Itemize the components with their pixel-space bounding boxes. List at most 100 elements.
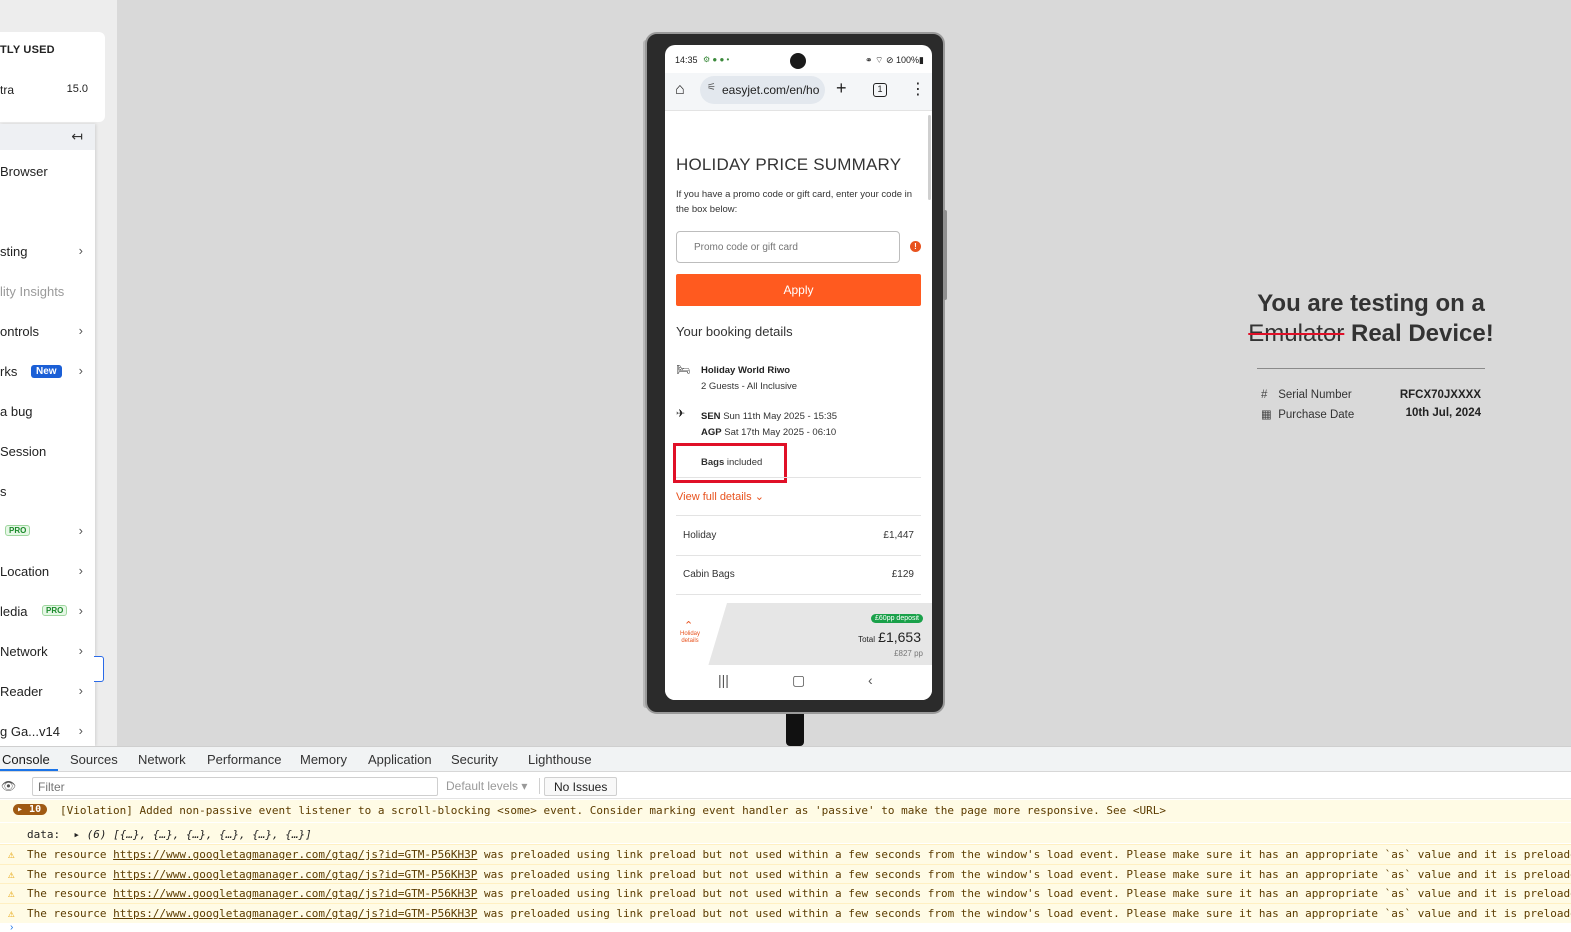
devtools-tabbar: Console Sources Network Performance Memory Ap… — [0, 747, 1571, 772]
devtools-tab-memory[interactable]: Memory — [300, 752, 347, 767]
recent-device-version: 15.0 — [66, 83, 88, 95]
home-button-icon[interactable]: ▢ — [792, 672, 805, 689]
device-side-button — [943, 210, 947, 300]
holiday-details-label[interactable]: Holiday details — [677, 631, 703, 645]
console-toolbar: 👁︎ Default levels ▾ No Issues — [0, 773, 1571, 799]
sidebar-menu-item[interactable]: rks New › — [0, 362, 95, 382]
sidebar-menu-item[interactable]: ontrols › — [0, 322, 95, 342]
tab-switcher-icon[interactable]: 1 — [873, 83, 887, 97]
issues-button[interactable]: No Issues — [544, 777, 618, 796]
console-prompt-icon[interactable]: › — [10, 922, 13, 932]
total-price-bar: ⌃ Holiday details £60pp deposit Total £1… — [665, 603, 932, 665]
sidebar-menu-label: Reader — [0, 684, 43, 699]
warning-prefix: The resource — [27, 867, 107, 881]
console-filter-input[interactable] — [32, 777, 438, 796]
log-levels-dropdown[interactable]: Default levels ▾ — [446, 779, 527, 793]
return-flight: AGP Sat 17th May 2025 - 06:10 — [701, 427, 837, 438]
price-row-value: £129 — [891, 569, 914, 580]
info-icon[interactable]: ! — [910, 241, 921, 252]
eye-icon[interactable]: 👁︎ — [1, 779, 16, 793]
data-label: data: — [27, 828, 61, 841]
testing-headline: You are testing on a — [1257, 290, 1485, 317]
device-info-panel: You are testing on a Emulator Real Devic… — [1245, 290, 1497, 421]
sidebar-menu-item[interactable]: ledia PRO › — [0, 602, 95, 622]
devtools-tab-console[interactable]: Console — [2, 752, 50, 767]
console-warning-message[interactable]: ⚠ The resource https://www.googletagmanag… — [0, 863, 1571, 884]
page-scrollbar[interactable] — [928, 115, 931, 200]
devtools-tab-network[interactable]: Network — [138, 752, 186, 767]
sidebar-menu-item[interactable]: a bug — [0, 402, 95, 422]
warning-icon: ⚠ — [8, 867, 15, 881]
resource-link[interactable]: https://www.googletagmanager.com/gtag/js… — [113, 848, 477, 861]
sidebar-menu-item[interactable]: sting › — [0, 242, 95, 262]
sidebar-menu-item[interactable]: PRO › — [0, 522, 95, 542]
status-time: 14:35 — [675, 55, 698, 65]
calendar-icon: ▦ — [1261, 409, 1272, 421]
sidebar-menu-item[interactable]: Reader › — [0, 682, 95, 702]
console-warning-message[interactable]: ⚠ The resource https://www.googletagmanag… — [0, 844, 1571, 864]
price-row: Holiday £1,447 — [676, 517, 921, 555]
pro-badge: PRO — [42, 605, 68, 616]
home-icon[interactable]: ⌂ — [675, 81, 685, 99]
emulator-struck: Emulator — [1248, 320, 1345, 347]
devtools-tab-lighthouse[interactable]: Lighthouse — [528, 752, 592, 767]
expand-triangle-icon[interactable]: ▸ — [67, 828, 80, 841]
sidebar-menu-item[interactable]: Location › — [0, 562, 95, 582]
apply-button[interactable]: Apply — [676, 274, 921, 306]
sidebar-menu-item[interactable]: Session — [0, 442, 95, 462]
plane-icon: ✈︎ — [676, 408, 686, 420]
left-sidebar: TLY USED tra 15.0 ↤ Browser sting › lity In… — [0, 0, 117, 746]
console-data-message[interactable]: data: ▸ (6) [{…}, {…}, {…}, {…}, {…}, {…… — [0, 823, 1571, 843]
sidebar-menu-label: rks — [0, 364, 18, 379]
console-violation-message[interactable]: ▸ 10 [Violation] Added non-passive event… — [0, 800, 1571, 822]
resource-link[interactable]: https://www.googletagmanager.com/gtag/js… — [113, 868, 477, 881]
console-warning-message[interactable]: ⚠ The resource https://www.googletagmanag… — [0, 902, 1571, 923]
total-price: £1,653 — [878, 629, 921, 645]
warning-icon: ⚠ — [8, 906, 15, 920]
serial-number-row: # Serial Number RFCX70JXXXX — [1261, 389, 1481, 401]
new-tab-icon[interactable]: + — [836, 78, 847, 99]
sidebar-menu-label: g Ga...v14 — [0, 724, 60, 739]
more-options-icon[interactable]: ⋮ — [910, 79, 926, 99]
purchase-date-label: Purchase Date — [1278, 409, 1355, 421]
recently-used-title: TLY USED — [0, 44, 55, 56]
devtools-tab-application[interactable]: Application — [368, 752, 432, 767]
warning-prefix: The resource — [27, 887, 107, 900]
divider — [676, 594, 921, 595]
sidebar-menu-label: a bug — [0, 404, 33, 419]
usb-cable — [786, 714, 804, 746]
sidebar-menu-item[interactable]: g Ga...v14 › — [0, 722, 95, 742]
devtools-tab-sources[interactable]: Sources — [70, 752, 118, 767]
sidebar-menu-label: Session — [0, 444, 47, 459]
sidebar-menu-item[interactable]: s — [0, 482, 95, 502]
sidebar-menu-label: Location — [0, 564, 50, 579]
sidebar-menu-item[interactable]: Network › — [0, 642, 95, 662]
promo-code-input[interactable] — [676, 231, 900, 263]
site-settings-icon[interactable]: ⚟ — [707, 82, 716, 93]
devtools-tab-security[interactable]: Security — [451, 752, 498, 767]
recents-icon[interactable]: ||| — [718, 672, 729, 688]
battery-status: ⚭ ⌔ ⊘ 100%▮ — [864, 55, 924, 65]
warning-icon: ⚠ — [8, 887, 15, 900]
active-tab-indicator — [0, 769, 58, 771]
resource-link[interactable]: https://www.googletagmanager.com/gtag/js… — [113, 907, 477, 920]
device-screen[interactable]: 14:35 ⚙ ● ● • ⚭ ⌔ ⊘ 100%▮ ⌂ ⚟ easyjet.co… — [665, 45, 932, 700]
view-full-details-link[interactable]: View full details ⌄ — [676, 490, 764, 503]
page-title: HOLIDAY PRICE SUMMARY — [676, 155, 902, 174]
console-warning-message[interactable]: ⚠ The resource https://www.googletagmanag… — [0, 883, 1571, 903]
devtools-tab-performance[interactable]: Performance — [207, 752, 281, 767]
info-divider — [1257, 368, 1485, 369]
sidebar-menu-item[interactable]: lity Insights — [0, 282, 95, 302]
recent-device-row[interactable]: tra 15.0 — [0, 83, 100, 97]
sidebar-menu-label: Network — [0, 644, 48, 659]
address-bar[interactable]: ⚟ easyjet.com/en/ho — [700, 76, 825, 104]
chevron-right-icon: › — [78, 523, 83, 538]
devtools-panel: Console Sources Network Performance Memory Ap… — [0, 746, 1571, 932]
collapse-icon[interactable]: ↤ — [71, 128, 83, 145]
divider — [676, 477, 921, 478]
sidebar-menu-item[interactable]: Browser — [0, 162, 95, 182]
resource-link[interactable]: https://www.googletagmanager.com/gtag/js… — [113, 887, 477, 900]
tools-menu-header: ↤ — [0, 124, 95, 150]
front-camera — [790, 53, 806, 69]
back-icon[interactable]: ‹ — [868, 672, 873, 688]
